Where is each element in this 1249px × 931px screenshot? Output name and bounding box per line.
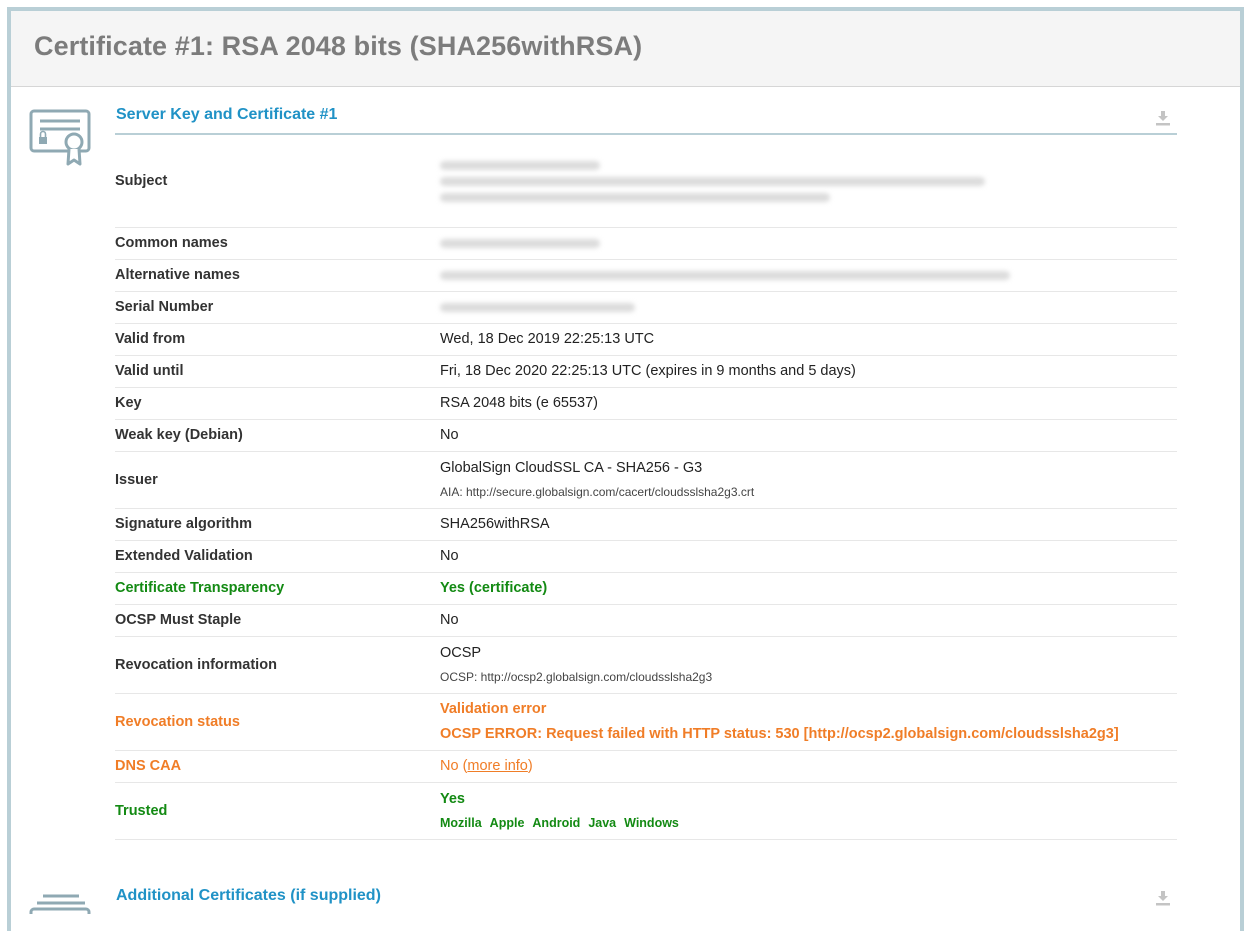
trust-stores: Mozilla Apple Android Java Windows (440, 816, 1177, 830)
table-row: Valid from Wed, 18 Dec 2019 22:25:13 UTC (115, 323, 1177, 356)
issuer-value: GlobalSign CloudSSL CA - SHA256 - G3 (440, 460, 703, 476)
panel-header: Certificate #1: RSA 2048 bits (SHA256wit… (11, 11, 1240, 87)
page-title: Certificate #1: RSA 2048 bits (SHA256wit… (34, 31, 643, 61)
table-row: Certificate Transparency Yes (certificat… (115, 572, 1177, 605)
trust-store-windows: Windows (624, 816, 679, 830)
table-row: DNS CAA No (more info) (115, 750, 1177, 783)
table-row: Revocation status Validation error OCSP … (115, 693, 1177, 751)
row-label-subject: Subject (115, 136, 440, 228)
certificate-details-table: Subject Common names Alternative names S… (115, 136, 1177, 840)
row-label-extended-validation: Extended Validation (115, 540, 440, 573)
row-label-common-names: Common names (115, 227, 440, 260)
alternative-names-value-redacted (440, 259, 1177, 292)
table-row: Signature algorithm SHA256withRSA (115, 508, 1177, 541)
certificate-icon (29, 109, 91, 166)
section-divider (115, 133, 1177, 135)
table-row: Key RSA 2048 bits (e 65537) (115, 387, 1177, 420)
trust-store-android: Android (532, 816, 581, 830)
table-row: Issuer GlobalSign CloudSSL CA - SHA256 -… (115, 451, 1177, 509)
dns-caa-cell: No (more info) (440, 750, 1177, 783)
revocation-status-value: Validation error (440, 701, 547, 717)
section-title-server-key: Server Key and Certificate #1 (116, 106, 338, 123)
row-label-signature-algorithm: Signature algorithm (115, 508, 440, 541)
certificate-transparency-value: Yes (certificate) (440, 572, 1177, 605)
ocsp-error-message: OCSP ERROR: Request failed with HTTP sta… (440, 726, 1119, 742)
weak-key-value: No (440, 419, 1177, 452)
certificate-stack-icon (29, 894, 91, 914)
more-info-link[interactable]: more info (467, 758, 527, 774)
row-label-alternative-names: Alternative names (115, 259, 440, 292)
row-label-dns-caa: DNS CAA (115, 750, 440, 783)
revocation-information-cell: OCSP OCSP: http://ocsp2.globalsign.com/c… (440, 636, 1177, 694)
table-row: Weak key (Debian) No (115, 419, 1177, 452)
dns-caa-value: No ( (440, 758, 468, 774)
revocation-information-value: OCSP (440, 645, 482, 661)
row-label-key: Key (115, 387, 440, 420)
table-row: Valid until Fri, 18 Dec 2020 22:25:13 UT… (115, 355, 1177, 388)
trusted-cell: Yes Mozilla Apple Android Java Windows (440, 782, 1177, 840)
ocsp-url: OCSP: http://ocsp2.globalsign.com/clouds… (440, 670, 713, 684)
table-row: Trusted Yes Mozilla Apple Android Java Windo… (115, 782, 1177, 840)
extended-validation-value: No (440, 540, 1177, 573)
subject-value-redacted (440, 136, 1177, 228)
valid-until-value: Fri, 18 Dec 2020 22:25:13 UTC (expires i… (440, 355, 1177, 388)
issuer-aia-url: AIA: http://secure.globalsign.com/cacert… (440, 485, 755, 499)
trust-store-mozilla: Mozilla (440, 816, 482, 830)
download-icon[interactable] (1155, 110, 1171, 126)
trust-store-java: Java (588, 816, 617, 830)
row-label-certificate-transparency: Certificate Transparency (115, 572, 440, 605)
row-label-valid-until: Valid until (115, 355, 440, 388)
dns-caa-suffix: ) (527, 758, 533, 774)
table-row: Extended Validation No (115, 540, 1177, 573)
row-label-trusted: Trusted (115, 782, 440, 840)
signature-algorithm-value: SHA256withRSA (440, 508, 1177, 541)
serial-number-value-redacted (440, 291, 1177, 324)
row-label-issuer: Issuer (115, 451, 440, 509)
table-row: Alternative names (115, 259, 1177, 292)
valid-from-value: Wed, 18 Dec 2019 22:25:13 UTC (440, 323, 1177, 356)
table-row: OCSP Must Staple No (115, 604, 1177, 637)
row-label-valid-from: Valid from (115, 323, 440, 356)
row-label-revocation-status: Revocation status (115, 693, 440, 751)
key-value: RSA 2048 bits (e 65537) (440, 387, 1177, 420)
table-row: Subject (115, 136, 1177, 228)
ocsp-must-staple-value: No (440, 604, 1177, 637)
row-label-revocation-information: Revocation information (115, 636, 440, 694)
revocation-status-cell: Validation error OCSP ERROR: Request fai… (440, 693, 1177, 751)
row-label-weak-key: Weak key (Debian) (115, 419, 440, 452)
table-row: Serial Number (115, 291, 1177, 324)
table-row: Common names (115, 227, 1177, 260)
row-label-ocsp-must-staple: OCSP Must Staple (115, 604, 440, 637)
section-title-additional-certificates[interactable]: Additional Certificates (if supplied) (116, 887, 381, 905)
download-icon[interactable] (1155, 890, 1171, 906)
row-label-serial-number: Serial Number (115, 291, 440, 324)
table-row: Revocation information OCSP OCSP: http:/… (115, 636, 1177, 694)
common-names-value-redacted (440, 227, 1177, 260)
trusted-value: Yes (440, 791, 465, 807)
trust-store-apple: Apple (489, 816, 525, 830)
issuer-cell: GlobalSign CloudSSL CA - SHA256 - G3 AIA… (440, 451, 1177, 509)
